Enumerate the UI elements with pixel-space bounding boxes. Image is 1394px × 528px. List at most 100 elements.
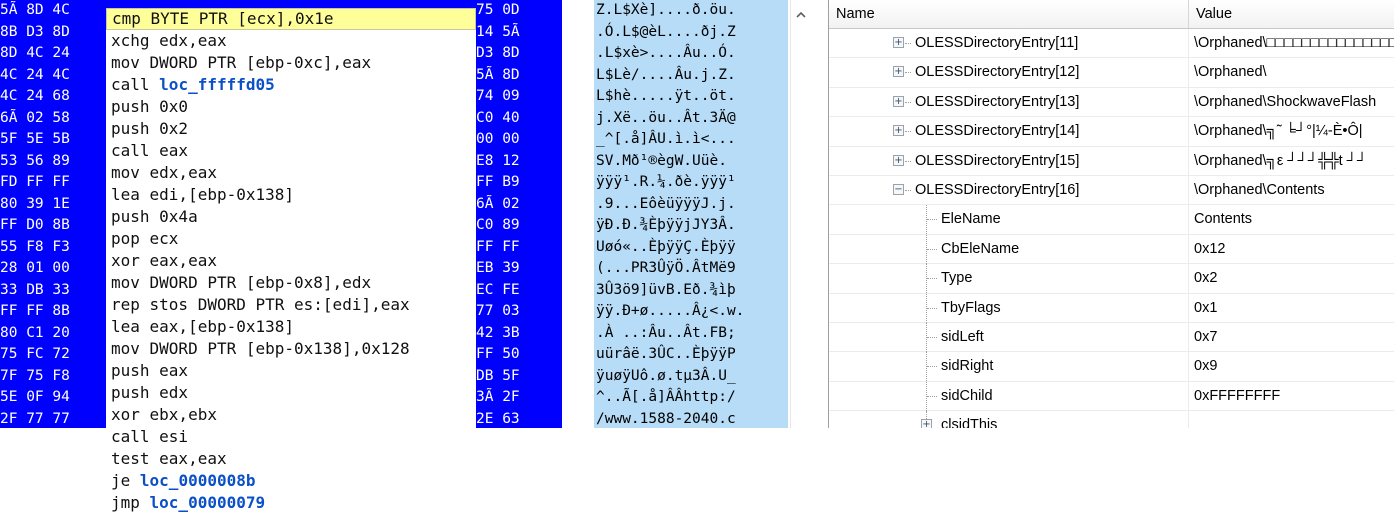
tree-connector xyxy=(927,278,937,280)
instruction-text: mov DWORD PTR [ebp-0x138],0x128 xyxy=(111,339,410,358)
instruction-text: xchg edx,eax xyxy=(111,31,227,50)
disassembly-line[interactable]: push eax xyxy=(106,360,476,382)
tree-cell-value: 0x2 xyxy=(1194,270,1218,287)
tree-cell-value xyxy=(1189,411,1394,428)
instruction-text: push 0x0 xyxy=(111,97,189,116)
tree-cell-name: + OLESSDirectoryEntry[13] xyxy=(829,87,1189,117)
disassembly-line[interactable]: mov DWORD PTR [ebp-0xc],eax xyxy=(106,52,476,74)
tree-body: + OLESSDirectoryEntry[11] \Orphaned\□□□□□□… xyxy=(829,29,1394,428)
instruction-text: mov DWORD PTR [ebp-0x8],edx xyxy=(111,273,372,292)
tree-connector xyxy=(927,366,937,368)
tree-cell-name: + OLESSDirectoryEntry[14] xyxy=(829,117,1189,146)
tree-cell-name: TbyFlags xyxy=(829,293,1189,323)
tree-row-label: OLESSDirectoryEntry[11] xyxy=(915,35,1079,51)
tree-cell-name: + OLESSDirectoryEntry[12] xyxy=(829,58,1189,87)
disassembly-line[interactable]: push edx xyxy=(106,382,476,404)
branch-target-link[interactable]: loc_00000079 xyxy=(150,493,266,512)
branch-target-link[interactable]: loc_fffffd05 xyxy=(159,75,275,94)
ascii-scrollbar[interactable] xyxy=(790,0,811,428)
expand-icon[interactable]: + xyxy=(893,125,904,137)
instruction-text: call esi xyxy=(111,427,189,446)
tree-row-directory-entry[interactable]: + OLESSDirectoryEntry[13] \Orphaned\Shockw… xyxy=(829,87,1394,118)
disassembly-line-selected[interactable]: cmp BYTE PTR [ecx],0x1e xyxy=(106,8,476,30)
tree-row-field[interactable]: sidLeft 0x7 xyxy=(829,322,1394,353)
scroll-up-arrow-icon[interactable] xyxy=(791,0,811,28)
disassembly-line[interactable]: call eax xyxy=(106,140,476,162)
expand-icon[interactable]: + xyxy=(893,95,904,107)
disassembly-line[interactable]: mov DWORD PTR [ebp-0x138],0x128 xyxy=(106,338,476,360)
tree-connector xyxy=(927,336,937,338)
ascii-dump-text: Z.L$Xè]....ð.öu. .Ó.L$@èL....ðj.Z .L$xè>… xyxy=(596,2,745,427)
tree-cell-value: \Orphaned\ShockwaveFlash xyxy=(1194,93,1377,110)
tree-row-directory-entry[interactable]: + OLESSDirectoryEntry[12] \Orphaned\ xyxy=(829,58,1394,88)
tree-row-field[interactable]: + clsidThis xyxy=(829,411,1394,428)
instruction-text: je xyxy=(111,471,140,490)
tree-row-directory-entry[interactable]: − OLESSDirectoryEntry[16] \Orphaned\Conten… xyxy=(829,175,1394,206)
disassembly-line[interactable]: push 0x4a xyxy=(106,206,476,228)
tree-cell-name: + OLESSDirectoryEntry[15] xyxy=(829,146,1189,175)
instruction-text: lea eax,[ebp-0x138] xyxy=(111,317,295,336)
expand-icon[interactable]: + xyxy=(893,66,904,78)
tree-cell-value: Contents xyxy=(1194,211,1253,228)
tree-row-label: CbEleName xyxy=(941,240,1020,257)
tree-row-directory-entry[interactable]: + OLESSDirectoryEntry[11] \Orphaned\□□□□□□… xyxy=(829,29,1394,59)
expand-icon[interactable]: + xyxy=(921,419,932,428)
branch-target-link[interactable]: loc_0000008b xyxy=(140,471,256,490)
tree-row-directory-entry[interactable]: + OLESSDirectoryEntry[15] \Orphaned\╗ε ┘┘┘… xyxy=(829,146,1394,176)
instruction-text: push 0x4a xyxy=(111,207,198,226)
disassembly-line[interactable]: push 0x2 xyxy=(106,118,476,140)
disassembly-panel: cmp BYTE PTR [ecx],0x1e xchg edx,eax mov D… xyxy=(106,8,476,520)
disassembly-line[interactable]: je loc_0000008b xyxy=(106,470,476,492)
tree-connector xyxy=(905,131,911,133)
disassembly-line[interactable]: mov edx,eax xyxy=(106,162,476,184)
disassembly-line[interactable]: rep stos DWORD PTR es:[edi],eax xyxy=(106,294,476,316)
tree-row-field[interactable]: Type 0x2 xyxy=(829,264,1394,294)
tree-cell-name: EleName xyxy=(829,205,1189,235)
tree-row-label: TbyFlags xyxy=(941,299,1001,316)
tree-row-field[interactable]: sidChild 0xFFFFFFFF xyxy=(829,381,1394,412)
disassembly-line[interactable]: call esi xyxy=(106,426,476,448)
instruction-text: pop ecx xyxy=(111,229,179,248)
tree-row-field[interactable]: CbEleName 0x12 xyxy=(829,234,1394,265)
disassembly-line[interactable]: xor ebx,ebx xyxy=(106,404,476,426)
column-header-value[interactable]: Value xyxy=(1189,0,1394,28)
tree-cell-name: + OLESSDirectoryEntry[11] xyxy=(829,29,1189,58)
disassembly-line[interactable]: lea eax,[ebp-0x138] xyxy=(106,316,476,338)
disassembly-line[interactable]: lea edi,[ebp-0x138] xyxy=(106,184,476,206)
disassembly-line[interactable]: call loc_fffffd05 xyxy=(106,74,476,96)
tree-row-field[interactable]: sidRight 0x9 xyxy=(829,352,1394,382)
tree-cell-name: − OLESSDirectoryEntry[16] xyxy=(829,175,1189,205)
tree-row-directory-entry[interactable]: + OLESSDirectoryEntry[14] \Orphaned\╗˜ ╘┘°… xyxy=(829,117,1394,147)
instruction-text: test eax,eax xyxy=(111,449,227,468)
tree-cell-name: + clsidThis xyxy=(829,411,1189,428)
tree-row-field[interactable]: EleName Contents xyxy=(829,205,1394,235)
tree-connector xyxy=(905,101,911,103)
expand-icon[interactable]: + xyxy=(893,37,904,48)
tree-connector xyxy=(905,43,911,44)
disassembly-line[interactable]: xor eax,eax xyxy=(106,250,476,272)
disassembly-line[interactable]: test eax,eax xyxy=(106,448,476,470)
expand-icon[interactable]: + xyxy=(893,154,904,166)
ascii-dump-pane[interactable]: Z.L$Xè]....ð.öu. .Ó.L$@èL....ðj.Z .L$xè>… xyxy=(594,0,788,428)
tree-cell-value: 0x1 xyxy=(1194,299,1218,316)
collapse-icon[interactable]: − xyxy=(893,183,904,195)
tree-cell-name: Type xyxy=(829,264,1189,294)
disassembly-line[interactable]: xchg edx,eax xyxy=(106,30,476,52)
tree-cell-value: 0x9 xyxy=(1194,358,1218,375)
disassembly-line[interactable]: jmp loc_00000079 xyxy=(106,492,476,514)
tree-connector xyxy=(905,160,911,162)
instruction-text: mov DWORD PTR [ebp-0xc],eax xyxy=(111,53,372,72)
instruction-text: push 0x2 xyxy=(111,119,189,138)
disassembly-line[interactable]: pop ecx xyxy=(106,228,476,250)
tree-row-field[interactable]: TbyFlags 0x1 xyxy=(829,293,1394,323)
tree-row-label: sidChild xyxy=(941,387,993,404)
tree-cell-value: 0x12 xyxy=(1194,240,1226,257)
tree-connector xyxy=(927,219,937,221)
structure-tree-view[interactable]: Name Value + OLESSDirectoryEntry[11] \Orph… xyxy=(828,0,1394,428)
disassembly-line[interactable]: push 0x0 xyxy=(106,96,476,118)
hex-dump-left-columns: 5Ã 8D 4C 8B D3 8D 8D 4C 24 4C 24 4C 4C 2… xyxy=(0,2,70,427)
column-header-name[interactable]: Name xyxy=(829,0,1189,28)
disassembly-line[interactable]: mov DWORD PTR [ebp-0x8],edx xyxy=(106,272,476,294)
tree-row-label: OLESSDirectoryEntry[12] xyxy=(915,64,1080,81)
tree-connector xyxy=(927,248,937,250)
